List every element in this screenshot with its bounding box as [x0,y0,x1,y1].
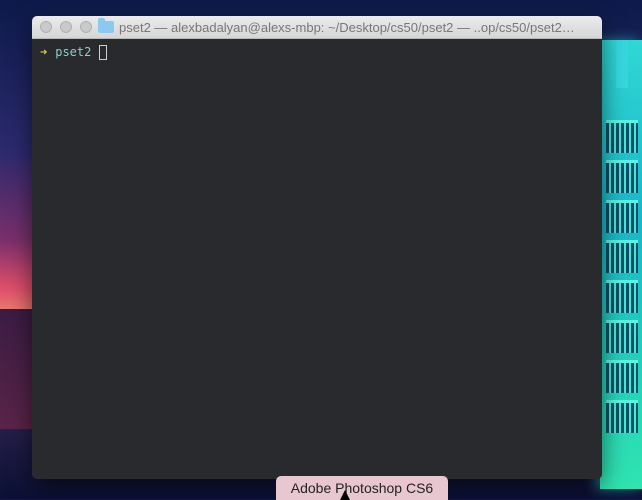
zoom-icon[interactable] [80,21,92,33]
tower-segment [606,280,638,313]
window-controls [32,21,92,33]
dock-tooltip: Adobe Photoshop CS6 [276,476,448,500]
tower-segment [606,200,638,233]
minimize-icon[interactable] [60,21,72,33]
terminal-window[interactable]: pset2 — alexbadalyan@alexs-mbp: ~/Deskto… [32,16,602,479]
tower-segment [606,240,638,273]
folder-icon [98,18,114,33]
tower-segment [606,320,638,353]
window-titlebar[interactable]: pset2 — alexbadalyan@alexs-mbp: ~/Deskto… [32,16,602,39]
close-icon[interactable] [40,21,52,33]
window-title-text: pset2 — alexbadalyan@alexs-mbp: ~/Deskto… [119,19,575,35]
prompt-directory: pset2 [55,45,92,59]
dock-tooltip-label: Adobe Photoshop CS6 [290,480,434,496]
desktop: { "terminal": { "title": "pset2 — alexba… [0,0,642,500]
terminal-body[interactable]: ➜ pset2 [32,39,602,65]
prompt-arrow-icon: ➜ [40,45,48,59]
tower-segment [606,360,638,393]
tower-segment [606,400,638,433]
tower-segment [606,120,638,153]
wallpaper-tower-spire [616,40,628,88]
wallpaper-tower [600,40,642,489]
tower-segment [606,160,638,193]
window-title: pset2 — alexbadalyan@alexs-mbp: ~/Deskto… [98,16,596,38]
text-cursor [99,44,108,60]
